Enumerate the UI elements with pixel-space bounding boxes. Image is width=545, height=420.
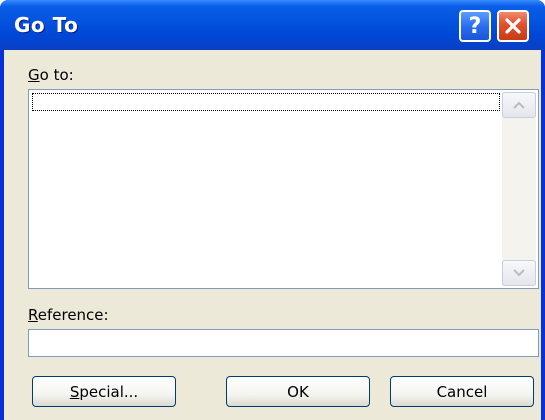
special-button[interactable]: Special... [32, 376, 176, 407]
scroll-up-button[interactable] [502, 92, 536, 118]
go-to-dialog: Go To ? Go to: Reference: S pecial... OK… [0, 0, 545, 420]
dialog-body: Go to: Reference: Special... OK Cancel [4, 50, 541, 420]
cancel-button[interactable]: Cancel [390, 376, 534, 407]
close-button[interactable] [497, 10, 529, 42]
scroll-down-button[interactable] [502, 260, 536, 286]
list-focus-item[interactable] [32, 93, 500, 111]
go-to-listbox[interactable] [28, 89, 539, 289]
dialog-title: Go To [14, 13, 79, 37]
chevron-down-icon [513, 269, 525, 277]
reference-label: Reference: [28, 306, 109, 324]
go-to-label: Go to: [28, 66, 74, 84]
help-icon: ? [468, 13, 482, 39]
close-icon [505, 18, 521, 34]
ok-button[interactable]: OK [226, 376, 370, 407]
title-bar[interactable]: Go To ? [0, 0, 545, 50]
chevron-up-icon [513, 101, 525, 109]
vertical-scrollbar[interactable] [502, 92, 536, 286]
help-button[interactable]: ? [459, 10, 491, 42]
reference-input[interactable] [28, 329, 539, 357]
